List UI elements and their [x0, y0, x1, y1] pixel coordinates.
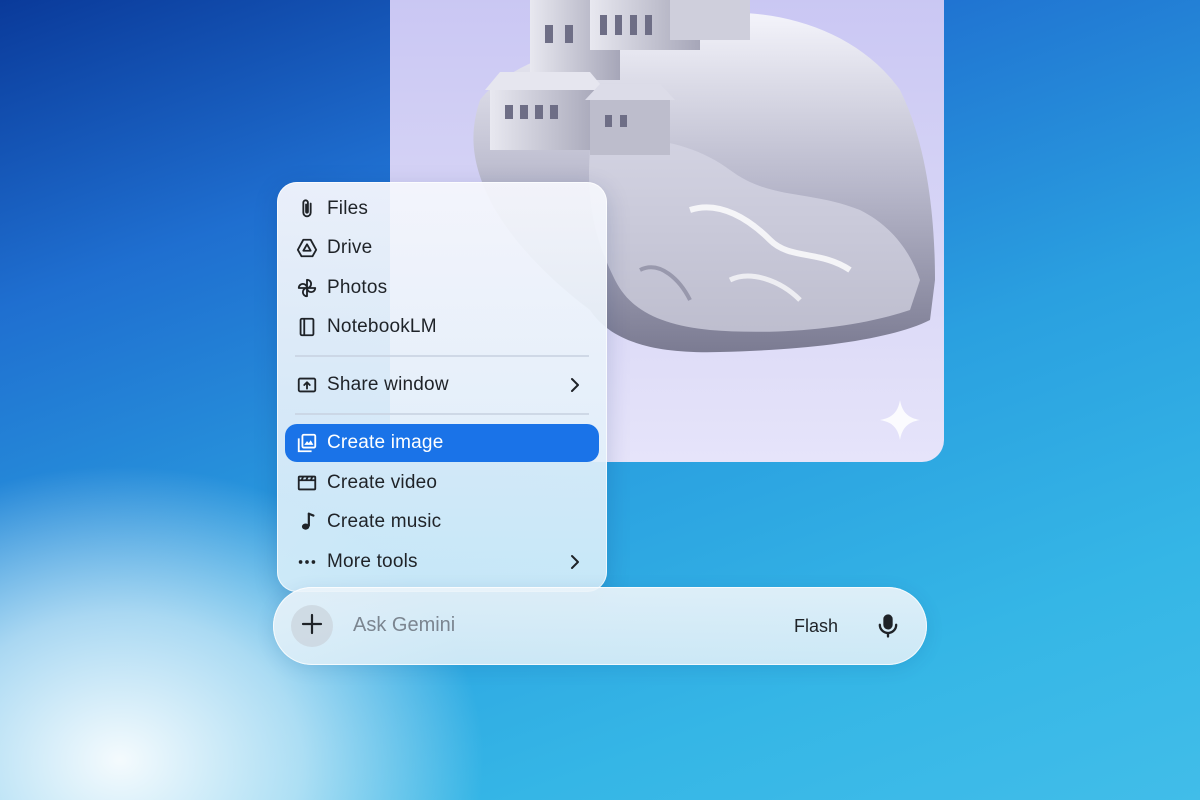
menu-item-notebooklm[interactable]: NotebookLM — [285, 308, 599, 346]
add-button[interactable] — [291, 605, 333, 647]
plus-icon — [300, 612, 324, 641]
menu-divider — [295, 413, 589, 415]
menu-item-create-music[interactable]: Create music — [285, 503, 599, 541]
menu-item-label: More tools — [327, 551, 418, 572]
share-window-icon — [295, 373, 319, 397]
menu-divider — [295, 355, 589, 357]
more-dots-icon — [295, 550, 319, 574]
paperclip-icon — [295, 197, 319, 221]
menu-item-create-video[interactable]: Create video — [285, 464, 599, 502]
menu-item-label: Create image — [327, 432, 444, 453]
menu-item-label: Drive — [327, 237, 373, 258]
image-stack-icon — [295, 431, 319, 455]
model-selector-button[interactable]: Flash — [794, 616, 838, 637]
microphone-icon[interactable] — [874, 612, 902, 640]
chevron-right-icon — [565, 552, 585, 572]
menu-item-label: Share window — [327, 374, 449, 395]
menu-item-label: Photos — [327, 277, 388, 298]
menu-item-drive[interactable]: Drive — [285, 229, 599, 267]
menu-item-photos[interactable]: Photos — [285, 269, 599, 307]
menu-item-share-window[interactable]: Share window — [285, 366, 599, 404]
menu-item-label: Create music — [327, 511, 442, 532]
attach-tools-menu: Files Drive Photos NotebookLM Share wind… — [277, 182, 607, 592]
menu-item-label: Create video — [327, 472, 438, 493]
prompt-bar: Ask Gemini Flash — [273, 587, 927, 665]
menu-item-label: NotebookLM — [327, 316, 437, 337]
menu-item-files[interactable]: Files — [285, 190, 599, 228]
drive-icon — [295, 236, 319, 260]
sparkle-icon — [880, 400, 920, 440]
menu-item-label: Files — [327, 198, 369, 219]
music-note-icon — [295, 510, 319, 534]
menu-item-create-image[interactable]: Create image — [285, 424, 599, 462]
notebook-icon — [295, 315, 319, 339]
clapperboard-icon — [295, 471, 319, 495]
prompt-input[interactable]: Ask Gemini — [353, 614, 455, 637]
menu-item-more-tools[interactable]: More tools — [285, 543, 599, 581]
pinwheel-icon — [295, 276, 319, 300]
chevron-right-icon — [565, 375, 585, 395]
